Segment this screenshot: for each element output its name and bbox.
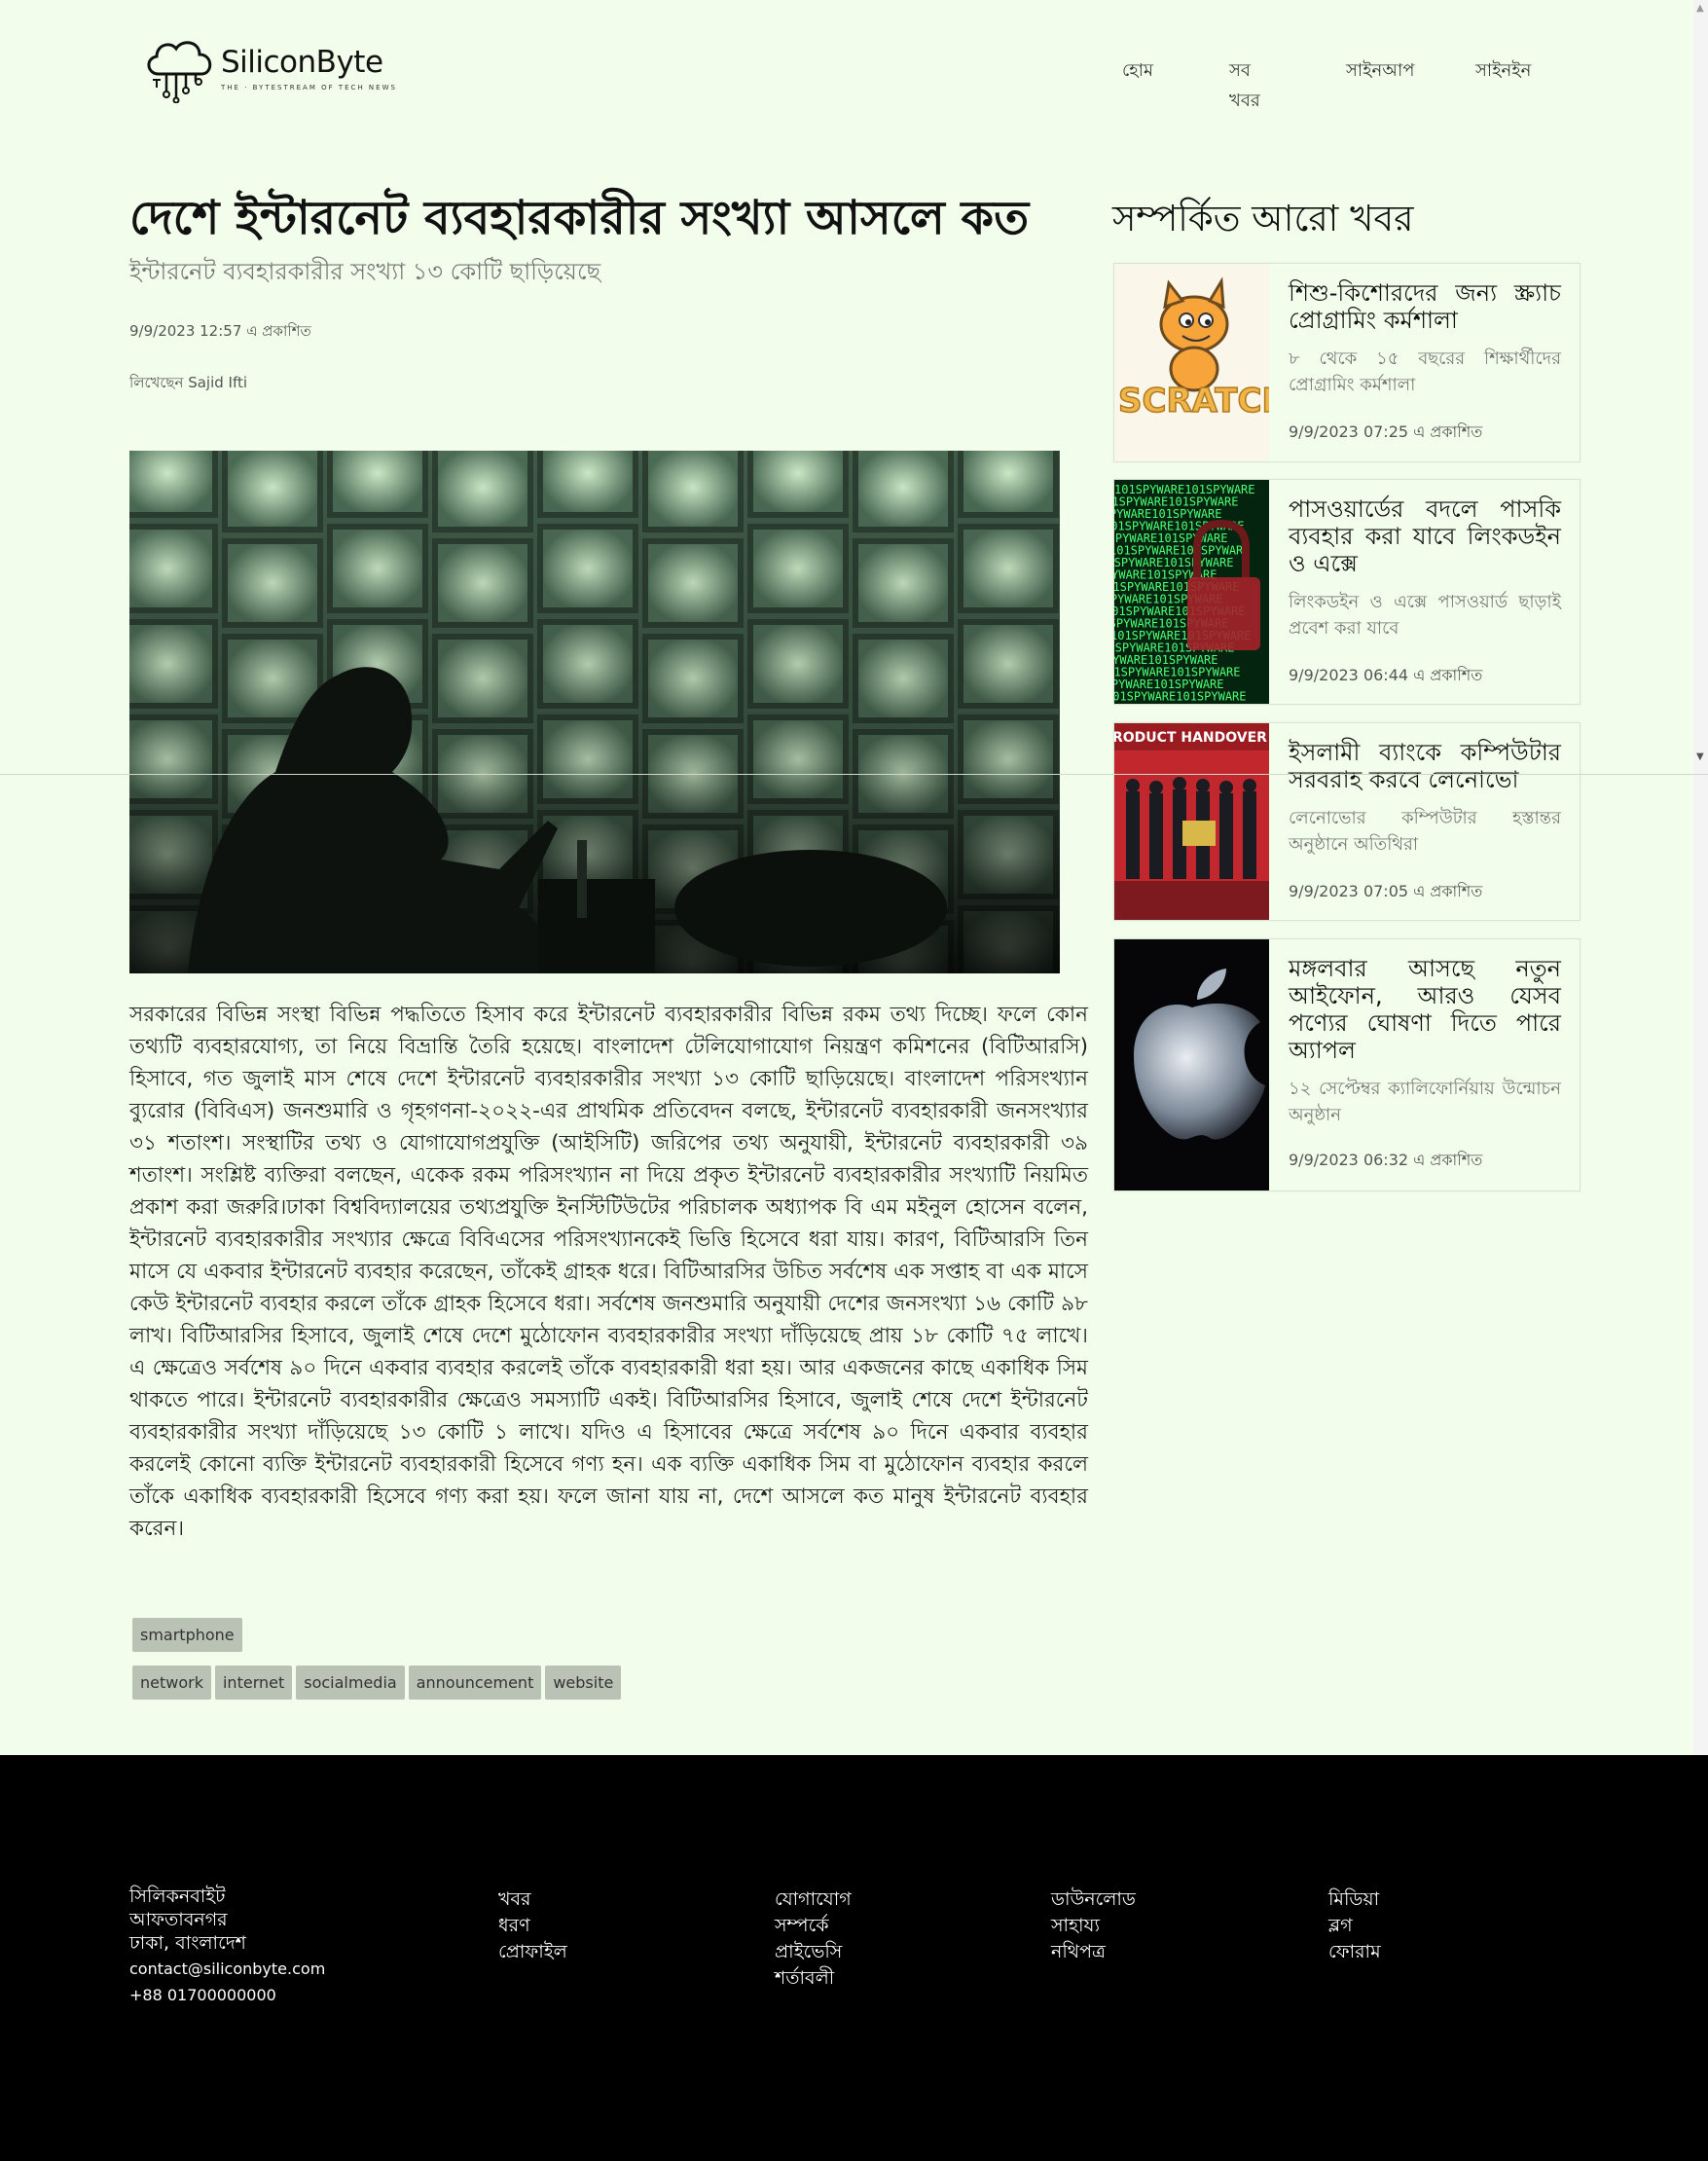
related-card[interactable]: 101SPYWARE101SPYWARE101SPYWARE101SPYWARE… — [1113, 479, 1581, 705]
card-title[interactable]: মঙ্গলবার আসছে নতুন আইফোন, আরও যেসব পণ্যে… — [1289, 955, 1561, 1064]
article-byline: লিখেছেন Sajid Ifti — [129, 372, 1088, 396]
site-footer: সিলিকনবাইট আফতাবনগর ঢাকা, বাংলাদেশ conta… — [0, 1755, 1708, 2161]
footer-email[interactable]: contact@siliconbyte.com — [129, 1958, 325, 1981]
footer-link[interactable]: ব্লগ — [1328, 1913, 1381, 1939]
card-thumbnail — [1114, 939, 1269, 1190]
footer-link[interactable]: ধরণ — [498, 1913, 567, 1939]
viewport-divider — [0, 774, 1708, 775]
card-date: 9/9/2023 07:25 এ প্রকাশিত — [1289, 422, 1483, 441]
footer-link[interactable]: প্রাইভেসি — [775, 1939, 852, 1965]
apple-logo-icon — [1114, 939, 1269, 1190]
tag-chip[interactable]: announcement — [408, 1666, 542, 1700]
nav-home[interactable]: হোম — [1122, 56, 1153, 87]
footer-link[interactable]: শর্তাবলী — [775, 1965, 852, 1992]
nav-signup[interactable]: সাইনআপ — [1346, 56, 1414, 87]
footer-link[interactable]: ডাউনলোড — [1051, 1886, 1136, 1913]
footer-col-media: মিডিয়া ব্লগ ফোরাম — [1328, 1886, 1381, 1965]
footer-link[interactable]: সাহায্য — [1051, 1913, 1136, 1939]
footer-link[interactable]: যোগাযোগ — [775, 1886, 852, 1913]
related-card[interactable]: RODUCT HANDOVER ইসলামী ব্যাংকে কম্পিউটার… — [1113, 722, 1581, 921]
card-description: লেনোভোর কম্পিউটার হস্তান্তর অনুষ্ঠানে অত… — [1289, 808, 1561, 855]
article-subtitle: ইন্টারনেট ব্যবহারকারীর সংখ্যা ১৩ কোটি ছা… — [129, 258, 601, 285]
card-date: 9/9/2023 06:44 এ প্রকাশিত — [1289, 666, 1483, 684]
article-title: দেশে ইন্টারনেট ব্যবহারকারীর সংখ্যা আসলে … — [129, 191, 1030, 245]
hero-photo — [129, 451, 1060, 973]
tag-list: smartphone network internet socialmedia ann… — [132, 1618, 716, 1713]
nav-signin[interactable]: সাইনইন — [1475, 56, 1531, 87]
article-hero-image — [129, 451, 1060, 973]
event-photo-icon: RODUCT HANDOVER — [1114, 723, 1269, 920]
card-description: ১২ সেপ্টেম্বর ক্যালিফোর্নিয়ায় উন্মোচন … — [1289, 1079, 1561, 1125]
card-date: 9/9/2023 06:32 এ প্রকাশিত — [1289, 1151, 1483, 1169]
article-published: 9/9/2023 12:57 এ প্রকাশিত — [129, 322, 311, 340]
author-label: লিখেছেন — [129, 374, 184, 391]
footer-col-about: যোগাযোগ সম্পর্কে প্রাইভেসি শর্তাবলী — [775, 1886, 852, 1992]
footer-link[interactable]: মিডিয়া — [1328, 1886, 1381, 1913]
footer-address-line: সিলিকনবাইট — [129, 1886, 226, 1907]
footer-link[interactable]: খবর — [498, 1886, 567, 1913]
footer-contact: সিলিকনবাইট আফতাবনগর ঢাকা, বাংলাদেশ conta… — [129, 1885, 325, 2007]
padlock-icon: 101SPYWARE101SPYWARE101SPYWARE101SPYWARE… — [1114, 480, 1269, 704]
tag-chip[interactable]: website — [545, 1666, 622, 1700]
footer-link[interactable]: নথিপত্র — [1051, 1939, 1136, 1965]
tag-chip[interactable]: socialmedia — [296, 1666, 405, 1700]
tag-chip[interactable]: network — [132, 1666, 211, 1700]
related-news-title: সম্পর্কিত আরো খবর — [1112, 198, 1414, 239]
article-header: দেশে ইন্টারনেট ব্যবহারকারীর সংখ্যা আসলে … — [129, 190, 1088, 396]
footer-link[interactable]: সম্পর্কে — [775, 1913, 852, 1939]
site-header: SiliconByte THE · BYTESTREAM OF TECH NEW… — [0, 0, 1693, 127]
thumb-text: RODUCT HANDOVER — [1114, 730, 1267, 746]
scroll-up-arrow-icon[interactable]: ▲ — [1696, 3, 1704, 14]
card-title[interactable]: পাসওয়ার্ডের বদলে পাসকি ব্যবহার করা যাবে… — [1289, 495, 1561, 577]
tag-row: smartphone — [132, 1618, 716, 1666]
related-card[interactable]: মঙ্গলবার আসছে নতুন আইফোন, আরও যেসব পণ্যে… — [1113, 938, 1581, 1191]
nav-all-news[interactable]: সব খবর — [1229, 56, 1260, 117]
site-logo[interactable]: SiliconByte THE · BYTESTREAM OF TECH NEW… — [141, 33, 397, 103]
card-date: 9/9/2023 07:05 এ প্রকাশিত — [1289, 882, 1483, 900]
tag-chip[interactable]: internet — [214, 1666, 293, 1700]
scratch-cat-icon: SCRATCH — [1114, 264, 1269, 461]
footer-col-news: খবর ধরণ প্রোফাইল — [498, 1886, 567, 1965]
cloud-logo-icon — [147, 41, 212, 103]
card-thumbnail: SCRATCH — [1114, 264, 1269, 461]
logo-name: SiliconByte — [221, 45, 383, 80]
card-title[interactable]: ইসলামী ব্যাংকে কম্পিউটার সরবরাহ করবে লেন… — [1289, 739, 1561, 793]
footer-link[interactable]: ফোরাম — [1328, 1939, 1381, 1965]
footer-link[interactable]: প্রোফাইল — [498, 1939, 567, 1965]
card-description: ৮ থেকে ১৫ বছরের শিক্ষার্থীদের প্রোগ্রামি… — [1289, 348, 1561, 395]
thumb-text: SCRATCH — [1118, 382, 1269, 421]
svg-text:101SPYWARE101SPYWARE: 101SPYWARE101SPYWARE — [1114, 690, 1247, 704]
tag-chip[interactable]: smartphone — [132, 1618, 242, 1652]
article-body: সরকারের বিভিন্ন সংস্থা বিভিন্ন পদ্ধতিতে … — [129, 1003, 1088, 1541]
card-thumbnail: RODUCT HANDOVER — [1114, 723, 1269, 920]
author-name[interactable]: Sajid Ifti — [188, 374, 247, 391]
card-description: লিংকডইন ও এক্সে পাসওয়ার্ড ছাড়াই প্রবেশ… — [1289, 592, 1561, 639]
footer-phone[interactable]: +88 01700000000 — [129, 1984, 325, 2007]
tag-row: network internet socialmedia announcement we… — [132, 1666, 716, 1713]
footer-address-line: আফতাবনগর — [129, 1909, 228, 1930]
card-thumbnail: 101SPYWARE101SPYWARE101SPYWARE101SPYWARE… — [1114, 480, 1269, 704]
logo-tagline: THE · BYTESTREAM OF TECH NEWS — [221, 84, 397, 92]
related-card[interactable]: SCRATCH শিশু-কিশোরদের জন্য স্ক্র্যাচ প্র… — [1113, 263, 1581, 462]
card-title[interactable]: শিশু-কিশোরদের জন্য স্ক্র্যাচ প্রোগ্রামিং… — [1289, 279, 1561, 334]
scroll-down-arrow-icon[interactable]: ▼ — [1696, 751, 1704, 762]
footer-col-help: ডাউনলোড সাহায্য নথিপত্র — [1051, 1886, 1136, 1965]
footer-address-line: ঢাকা, বাংলাদেশ — [129, 1932, 246, 1954]
